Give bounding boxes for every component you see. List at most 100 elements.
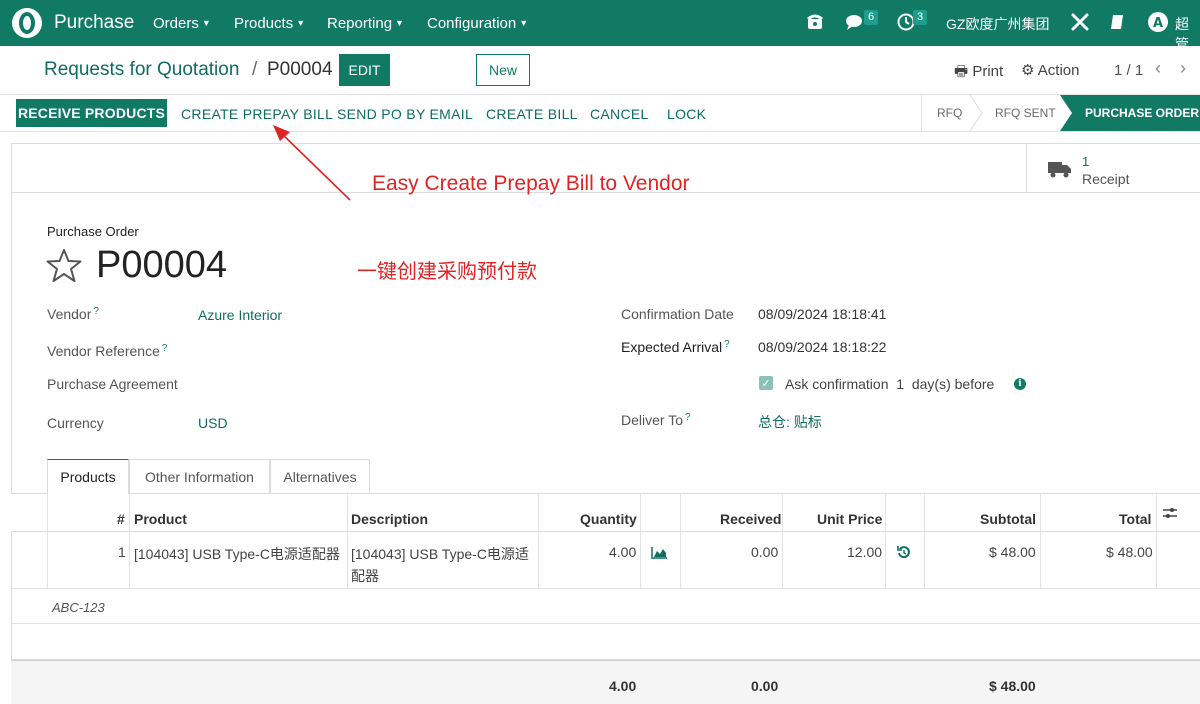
cancel-button[interactable]: CANCEL: [590, 106, 649, 122]
po-title-label: Purchase Order: [47, 224, 139, 239]
row-description-line-1[interactable]: [104043] USB Type-C电源适: [351, 544, 529, 564]
deliver-to-label: Deliver To?: [621, 412, 691, 428]
truck-icon: [1048, 160, 1072, 181]
expected-arrival-label: Expected Arrival?: [621, 339, 730, 355]
column-header-quantity[interactable]: Quantity: [580, 511, 637, 527]
edit-button[interactable]: EDIT: [339, 54, 390, 86]
print-button[interactable]: 🖶 Print: [954, 61, 1003, 86]
gear-icon: ⚙: [1021, 62, 1035, 79]
expected-arrival-field[interactable]: 08/09/2024 18:18:22: [758, 339, 886, 355]
top-navbar: Purchase Orders ▼ Products ▼ Reporting ▼ Co…: [0, 0, 1200, 52]
pager-value[interactable]: 1 / 1: [1114, 62, 1143, 79]
breadcrumb-separator: /: [252, 59, 258, 80]
action-button[interactable]: ⚙ Action: [1021, 61, 1080, 79]
row-quantity[interactable]: 4.00: [609, 544, 636, 560]
book-icon[interactable]: [1110, 14, 1124, 34]
required-mark: ?: [161, 343, 168, 354]
row-description-line-2[interactable]: 配器: [351, 566, 379, 586]
row-number: 1: [118, 544, 126, 560]
phone-icon[interactable]: [806, 11, 824, 35]
required-mark: ?: [93, 306, 99, 317]
breadcrumb-parent[interactable]: Requests for Quotation: [44, 59, 239, 81]
company-switcher[interactable]: GZ欧度广州集团: [946, 14, 1049, 34]
vendor-reference-label: Vendor Reference?: [47, 343, 168, 359]
column-header-product[interactable]: Product: [134, 511, 187, 527]
user-avatar[interactable]: A: [1148, 12, 1168, 36]
stage-divider: [921, 95, 922, 131]
receipt-label: Receipt: [1082, 171, 1130, 187]
row-received: 0.00: [751, 544, 779, 560]
required-mark: ?: [685, 412, 691, 423]
add-line-row[interactable]: [11, 624, 1200, 660]
create-bill-button[interactable]: CREATE BILL: [486, 106, 578, 122]
currency-label: Currency: [47, 415, 104, 431]
purchase-agreement-label: Purchase Agreement: [47, 376, 178, 392]
ask-days-field[interactable]: 1: [896, 376, 904, 392]
print-icon: 🖶: [954, 63, 969, 80]
column-header-number[interactable]: #: [117, 511, 125, 527]
messages-badge: 6: [864, 10, 879, 25]
menu-orders[interactable]: Orders ▼: [153, 15, 211, 32]
column-header-received[interactable]: Received: [720, 511, 781, 527]
vendor-label: Vendor?: [47, 306, 99, 322]
new-button[interactable]: New: [476, 54, 530, 86]
app-logo-icon[interactable]: [12, 8, 42, 38]
caret-down-icon: ▼: [201, 18, 211, 28]
price-history-icon[interactable]: [897, 545, 911, 562]
info-icon[interactable]: i: [1014, 378, 1026, 390]
confirmation-date-label: Confirmation Date: [621, 306, 734, 322]
column-header-description[interactable]: Description: [351, 511, 428, 527]
ask-confirmation-text: Ask confirmation 1 day(s) before: [785, 376, 995, 392]
column-header-total[interactable]: Total: [1119, 511, 1151, 527]
menu-reporting[interactable]: Reporting ▼: [327, 15, 404, 32]
user-name[interactable]: 超管: [1175, 14, 1200, 54]
deliver-to-field[interactable]: 总仓: 贴标: [758, 412, 822, 432]
column-settings-icon[interactable]: [1162, 506, 1178, 523]
vendor-field[interactable]: Azure Interior: [198, 307, 282, 323]
caret-down-icon: ▼: [395, 18, 404, 28]
row-total: $ 48.00: [1106, 544, 1153, 560]
row-unit-price[interactable]: 12.00: [847, 544, 882, 560]
messages-icon[interactable]: [845, 13, 865, 35]
forecast-chart-icon[interactable]: [651, 546, 668, 562]
confirmation-date-field[interactable]: 08/09/2024 18:18:41: [758, 306, 886, 322]
caret-down-icon: ▼: [519, 18, 529, 28]
tab-products[interactable]: Products: [47, 459, 129, 494]
status-bar: RECEIVE PRODUCTS CREATE PREPAY BILL SEND…: [0, 94, 1200, 132]
ask-confirmation-checkbox[interactable]: ✓: [759, 376, 773, 390]
column-header-subtotal[interactable]: Subtotal: [980, 511, 1036, 527]
breadcrumb-current: P00004: [267, 59, 333, 80]
svg-text:A: A: [1153, 16, 1163, 31]
menu-products[interactable]: Products ▼: [234, 15, 305, 32]
stage-rfq[interactable]: RFQ: [937, 106, 962, 120]
stage-purchase-order-label: PURCHASE ORDER: [1085, 106, 1200, 120]
pager-next-icon[interactable]: ›: [1180, 58, 1186, 79]
footer-subtotal-total: $ 48.00: [989, 678, 1036, 694]
footer-quantity-total: 4.00: [609, 678, 637, 694]
receipt-count: 1: [1082, 154, 1090, 169]
receive-products-button[interactable]: RECEIVE PRODUCTS: [16, 99, 167, 127]
stage-rfq-sent[interactable]: RFQ SENT: [995, 106, 1056, 120]
pager-previous-icon[interactable]: ‹: [1155, 58, 1161, 79]
po-name: P00004: [96, 244, 228, 286]
star-icon[interactable]: [45, 248, 83, 287]
note-row[interactable]: [11, 589, 1200, 624]
annotation-chinese: 一键创建采购预付款: [357, 261, 537, 283]
app-name[interactable]: Purchase: [54, 12, 134, 34]
row-subtotal: $ 48.00: [989, 544, 1036, 560]
lock-button[interactable]: LOCK: [667, 106, 706, 122]
footer-received-total: 0.00: [751, 678, 779, 694]
stage-chevron-icon: [969, 95, 983, 131]
caret-down-icon: ▼: [296, 18, 306, 28]
activities-badge: 3: [913, 10, 928, 25]
column-header-unit-price[interactable]: Unit Price: [817, 511, 882, 527]
tools-icon[interactable]: [1070, 12, 1090, 36]
menu-configuration[interactable]: Configuration ▼: [427, 15, 528, 32]
annotation-arrow: [273, 125, 351, 201]
row-product[interactable]: [104043] USB Type-C电源适配器: [134, 544, 340, 564]
annotation-english: Easy Create Prepay Bill to Vendor: [372, 172, 690, 195]
tab-alternatives[interactable]: Alternatives: [270, 459, 370, 493]
tab-other-information[interactable]: Other Information: [129, 459, 270, 493]
currency-field[interactable]: USD: [198, 415, 228, 431]
row-note[interactable]: ABC-123: [52, 600, 105, 615]
